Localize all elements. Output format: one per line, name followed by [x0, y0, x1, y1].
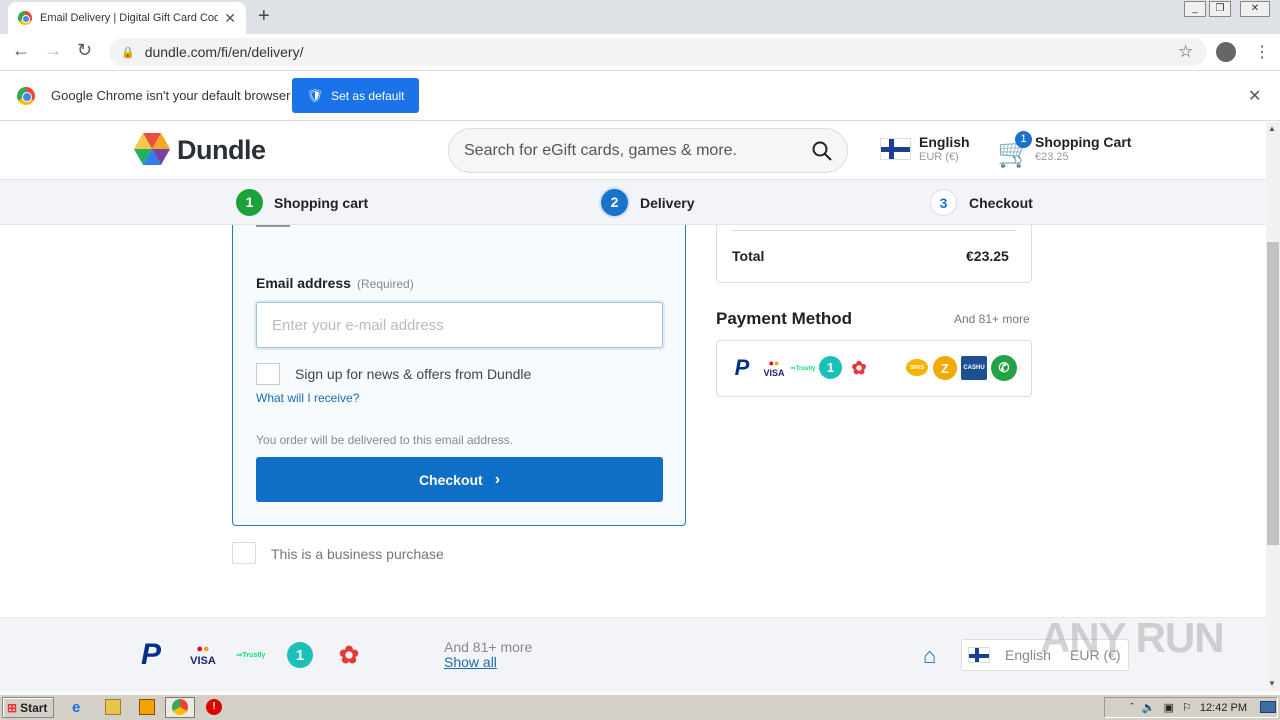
- step-3-label: Checkout: [969, 195, 1033, 211]
- email-field[interactable]: [256, 302, 663, 348]
- chevron-right-icon: ›: [494, 470, 501, 488]
- reload-icon[interactable]: ↻: [77, 40, 92, 61]
- phone-icon: ✆: [991, 355, 1017, 381]
- flowers-icon: ✿: [338, 641, 360, 669]
- media-player-icon[interactable]: [139, 699, 155, 715]
- back-icon[interactable]: ←: [12, 40, 30, 61]
- business-label[interactable]: This is a business purchase: [271, 546, 444, 562]
- finland-flag-icon[interactable]: [880, 138, 911, 160]
- minimize-icon[interactable]: _: [1184, 1, 1206, 17]
- set-default-label: Set as default: [331, 88, 405, 103]
- start-button[interactable]: ⊞ Start: [2, 697, 54, 718]
- trustly-icon: ⇨Trustly: [790, 365, 816, 372]
- chrome-taskbar-icon[interactable]: [172, 699, 188, 715]
- chrome-favicon-icon: [18, 11, 32, 25]
- site-search[interactable]: Search for eGift cards, games & more.: [448, 128, 848, 173]
- search-icon[interactable]: [812, 141, 832, 161]
- delivery-note: You order will be delivered to this emai…: [256, 433, 514, 447]
- checkout-button[interactable]: Checkout ›: [256, 457, 663, 502]
- cashu-icon: CASHU: [961, 356, 987, 380]
- windows-logo-icon: ⊞: [7, 700, 18, 715]
- email-label: Email address: [256, 275, 351, 291]
- forward-icon[interactable]: →: [44, 40, 62, 61]
- one-icon: 1: [819, 356, 842, 379]
- home-icon[interactable]: ⌂: [923, 643, 936, 669]
- profile-icon[interactable]: [1216, 42, 1236, 62]
- tray-expand-icon[interactable]: ˆ: [1130, 702, 1134, 714]
- trustly-icon: ⇨Trustly: [236, 652, 266, 659]
- flag-icon[interactable]: ⚐: [1182, 701, 1192, 714]
- cart-label[interactable]: Shopping Cart: [1035, 134, 1131, 150]
- set-default-button[interactable]: 🛡 Set as default: [292, 78, 419, 113]
- z-icon: Z: [933, 356, 957, 380]
- summary-divider: [732, 230, 1016, 231]
- divider: [256, 225, 290, 227]
- step-1-label[interactable]: Shopping cart: [274, 195, 368, 211]
- checkout-label: Checkout: [418, 471, 483, 488]
- show-desktop-icon[interactable]: [1260, 701, 1276, 713]
- footer-more: And 81+ more: [444, 639, 533, 655]
- new-tab-icon[interactable]: +: [258, 5, 270, 28]
- url-text: dundle.com/fi/en/delivery/: [144, 44, 304, 60]
- what-will-i-receive-link[interactable]: What will I receive?: [256, 391, 359, 405]
- language-label[interactable]: English: [919, 134, 970, 150]
- scroll-up-icon[interactable]: ▲: [1268, 124, 1276, 133]
- lock-icon: 🔒: [121, 46, 135, 59]
- mastercard-visa-icon: ●● VISA: [190, 643, 216, 667]
- opera-icon[interactable]: !: [206, 699, 222, 715]
- dundle-logo-icon[interactable]: [134, 133, 170, 165]
- business-checkbox[interactable]: [232, 542, 256, 564]
- payment-method-title: Payment Method: [716, 309, 853, 328]
- finland-flag-icon: [968, 647, 990, 663]
- start-label: Start: [20, 700, 48, 715]
- mastercard-visa-icon: ●● VISA: [763, 358, 785, 378]
- apple-icon: [385, 640, 411, 670]
- restore-icon[interactable]: ❐: [1209, 1, 1231, 17]
- system-tray: ˆ 🔈 ▣ ⚐ 12:42 PM: [1104, 697, 1278, 718]
- folder-icon[interactable]: [105, 699, 121, 715]
- address-bar[interactable]: 🔒 dundle.com/fi/en/delivery/: [109, 38, 1207, 66]
- step-2-number: 2: [601, 189, 628, 216]
- bookmark-star-icon[interactable]: ☆: [1178, 42, 1193, 62]
- currency-label[interactable]: EUR (€): [919, 151, 959, 163]
- network-icon[interactable]: ▣: [1164, 701, 1174, 714]
- shield-icon: 🛡: [306, 87, 324, 103]
- one-icon: 1: [287, 642, 313, 668]
- clock[interactable]: 12:42 PM: [1200, 702, 1247, 714]
- cart-count-badge: 1: [1015, 131, 1032, 148]
- total-label: Total: [732, 248, 765, 264]
- apple-icon: [878, 356, 900, 380]
- step-3-number: 3: [930, 189, 957, 216]
- total-value: €23.25: [966, 248, 1009, 264]
- checkout-steps: [0, 180, 1266, 225]
- newsletter-label[interactable]: Sign up for news & offers from Dundle: [295, 366, 531, 382]
- chrome-icon: [17, 87, 35, 105]
- step-2-label: Delivery: [640, 195, 695, 211]
- payment-more: And 81+ more: [954, 312, 1030, 326]
- logo-text[interactable]: Dundle: [177, 135, 266, 166]
- paypal-icon: P: [140, 638, 161, 671]
- infobar-message: Google Chrome isn't your default browser: [51, 88, 291, 103]
- scrollbar-thumb[interactable]: [1267, 242, 1279, 545]
- email-required-note: (Required): [357, 277, 414, 291]
- flowers-icon: ✿: [851, 357, 867, 378]
- paypal-icon: P: [734, 355, 750, 380]
- browser-tab[interactable]: Email Delivery | Digital Gift Card Cod ✕: [8, 2, 246, 34]
- cart-amount: €23.25: [1035, 151, 1069, 163]
- show-all-link[interactable]: Show all: [444, 654, 497, 670]
- search-placeholder: Search for eGift cards, games & more.: [464, 141, 737, 159]
- step-1-number: 1: [236, 189, 263, 216]
- anyrun-watermark: ANY RUN: [1040, 614, 1225, 661]
- window-close-icon[interactable]: ✕: [1240, 1, 1270, 17]
- ie-icon[interactable]: e: [72, 699, 88, 716]
- tab-close-icon[interactable]: ✕: [224, 10, 236, 27]
- newsletter-checkbox[interactable]: [256, 363, 280, 385]
- tab-title: Email Delivery | Digital Gift Card Cod: [40, 12, 219, 24]
- menu-dots-icon[interactable]: ⋮: [1254, 42, 1270, 62]
- volume-icon[interactable]: 🔈: [1142, 701, 1156, 714]
- scroll-down-icon[interactable]: ▼: [1268, 679, 1276, 688]
- infobar-close-icon[interactable]: ✕: [1248, 86, 1261, 106]
- sms-icon: sms: [906, 359, 928, 376]
